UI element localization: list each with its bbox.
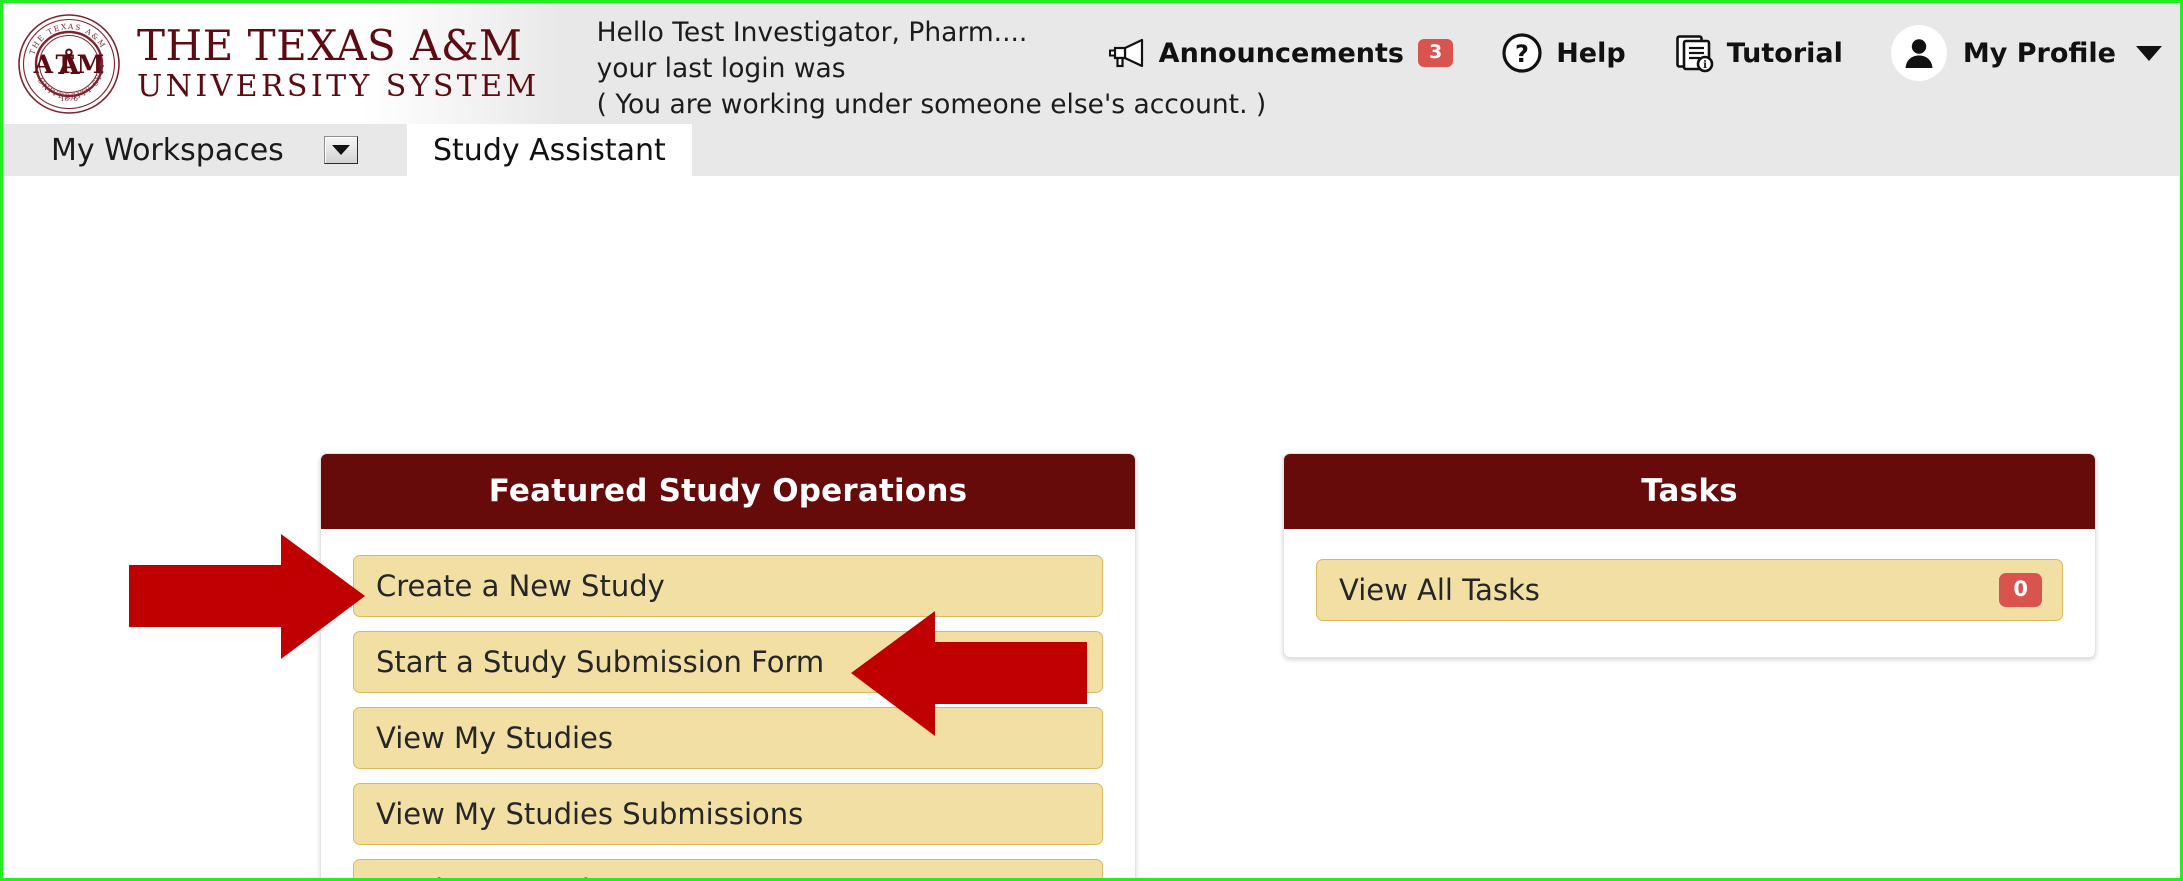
help-button[interactable]: ? Help bbox=[1501, 32, 1626, 74]
brand-line-1: THE TEXAS A&M bbox=[137, 21, 523, 70]
tasks-panel-body: View All Tasks 0 bbox=[1284, 529, 2095, 657]
texas-am-seal-icon: A Å A T M 1876 THE TEXAS A&M UNIVERSITY … bbox=[17, 12, 120, 114]
tasks-count-badge: 0 bbox=[1999, 573, 2042, 607]
svg-text:A T M: A T M bbox=[33, 50, 105, 79]
tutorial-document-icon: i bbox=[1674, 33, 1714, 73]
view-all-tasks-button[interactable]: View All Tasks 0 bbox=[1316, 559, 2063, 621]
op-label: View My Studies bbox=[376, 721, 614, 755]
triangle-down-icon bbox=[331, 145, 350, 155]
help-label: Help bbox=[1556, 37, 1626, 69]
tasks-panel: Tasks View All Tasks 0 bbox=[1283, 453, 2096, 658]
announcements-button[interactable]: Announcements 3 bbox=[1108, 37, 1454, 69]
brand-line-2: UNIVERSITY SYSTEM bbox=[137, 69, 540, 104]
annotation-arrow-start-submission-form bbox=[851, 611, 1087, 736]
brand-logo[interactable]: A Å A T M 1876 THE TEXAS A&M UNIVERSITY … bbox=[3, 3, 540, 124]
op-label: Start a Study Submission Form bbox=[376, 645, 825, 679]
tab-strip: My Workspaces Study Assistant bbox=[3, 124, 2180, 176]
my-workspaces-label: My Workspaces bbox=[51, 132, 284, 168]
tasks-panel-title: Tasks bbox=[1284, 454, 2095, 529]
profile-menu[interactable]: My Profile bbox=[1890, 25, 2162, 81]
tab-study-assistant-label: Study Assistant bbox=[433, 132, 666, 168]
page-root: A Å A T M 1876 THE TEXAS A&M UNIVERSITY … bbox=[0, 0, 2183, 881]
person-icon bbox=[1905, 39, 1933, 68]
track-approvals-button[interactable]: Track Approvals bbox=[353, 859, 1103, 878]
workspaces-dropdown-button[interactable] bbox=[323, 136, 358, 164]
header-nav: Announcements 3 ? Help i Tutorial My Pro… bbox=[1108, 3, 2162, 103]
op-label: View All Tasks bbox=[1339, 573, 1540, 607]
announcements-label: Announcements bbox=[1158, 37, 1404, 69]
megaphone-icon bbox=[1108, 37, 1146, 69]
tutorial-button[interactable]: i Tutorial bbox=[1674, 33, 1843, 73]
announcements-count-badge: 3 bbox=[1417, 39, 1454, 67]
create-a-new-study-button[interactable]: Create a New Study bbox=[353, 555, 1103, 617]
tutorial-label: Tutorial bbox=[1726, 37, 1843, 69]
chevron-down-icon bbox=[2136, 45, 2162, 61]
annotation-arrow-create-study bbox=[129, 534, 365, 659]
op-label: Track Approvals bbox=[376, 873, 605, 878]
app-header: A Å A T M 1876 THE TEXAS A&M UNIVERSITY … bbox=[3, 3, 2180, 124]
avatar bbox=[1890, 25, 1947, 81]
svg-text:?: ? bbox=[1515, 40, 1529, 68]
featured-panel-title: Featured Study Operations bbox=[321, 454, 1135, 529]
question-circle-icon: ? bbox=[1501, 32, 1543, 74]
op-label: Create a New Study bbox=[376, 569, 665, 603]
main-content: Featured Study Operations Create a New S… bbox=[3, 176, 2180, 878]
tab-study-assistant[interactable]: Study Assistant bbox=[407, 124, 692, 176]
view-my-studies-submissions-button[interactable]: View My Studies Submissions bbox=[353, 783, 1103, 845]
svg-text:i: i bbox=[1703, 60, 1707, 71]
brand-wordmark: THE TEXAS A&M UNIVERSITY SYSTEM bbox=[137, 25, 540, 102]
my-workspaces-selector[interactable]: My Workspaces bbox=[3, 124, 407, 176]
profile-label: My Profile bbox=[1962, 37, 2116, 69]
op-label: View My Studies Submissions bbox=[376, 797, 804, 831]
